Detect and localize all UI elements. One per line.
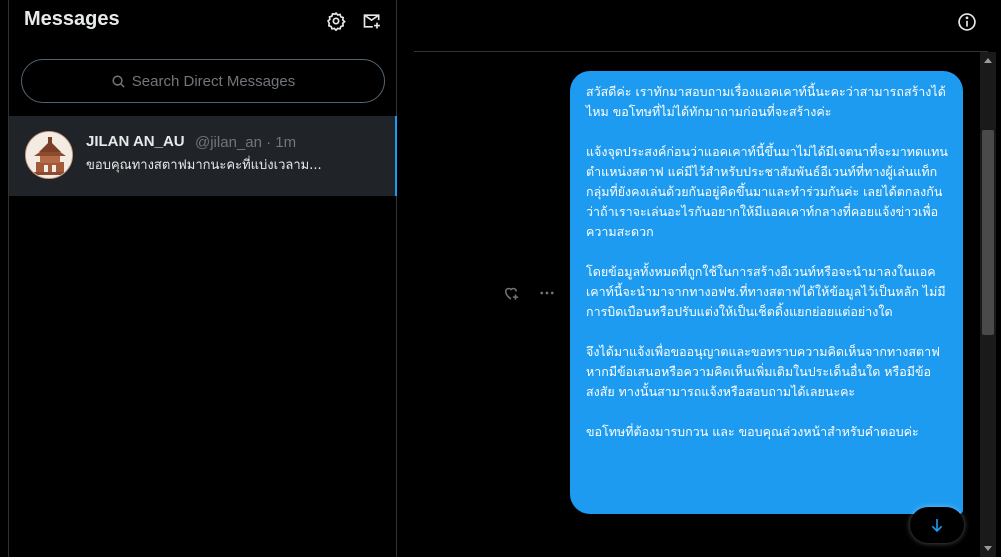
info-icon[interactable] xyxy=(956,11,978,33)
dm-app: Messages Search Direct Messages JILAN AN… xyxy=(0,0,1001,557)
more-dots-icon[interactable] xyxy=(537,283,557,303)
new-message-icon[interactable] xyxy=(361,10,383,32)
avatar xyxy=(25,131,73,179)
conversation-preview: ขอบคุณทางสตาฟมากนะคะที่แบ่งเวลาม... xyxy=(86,158,322,173)
chat-panel: สวัสดีค่ะ เราทักมาสอบถามเรื่องแอคเคาท์นี… xyxy=(398,0,1001,557)
header-divider xyxy=(414,51,988,52)
messages-header: Messages xyxy=(9,0,396,44)
scroll-down-button[interactable] xyxy=(910,507,964,543)
search-input[interactable]: Search Direct Messages xyxy=(21,59,385,103)
search-icon xyxy=(112,74,125,88)
conversation-handle-time: @jilan_an · 1m xyxy=(195,134,297,151)
arrow-down-icon xyxy=(931,519,943,533)
message-bubble: สวัสดีค่ะ เราทักมาสอบถามเรื่องแอคเคาท์นี… xyxy=(570,71,963,514)
conversation-name: JILAN AN_AU xyxy=(86,133,185,150)
message-actions xyxy=(501,283,557,303)
conversation-list-panel: Messages Search Direct Messages JILAN AN… xyxy=(8,0,397,557)
page-title: Messages xyxy=(24,8,120,30)
scroll-thumb[interactable] xyxy=(982,130,994,335)
heart-plus-icon[interactable] xyxy=(501,283,521,303)
scroll-down-arrow[interactable] xyxy=(984,546,992,554)
gear-icon[interactable] xyxy=(325,10,347,32)
scroll-up-arrow[interactable] xyxy=(984,55,992,63)
scrollbar[interactable] xyxy=(980,52,996,557)
search-placeholder: Search Direct Messages xyxy=(131,72,296,90)
conversation-item[interactable]: JILAN AN_AU @jilan_an · 1m ขอบคุณทางสตาฟ… xyxy=(9,116,397,196)
